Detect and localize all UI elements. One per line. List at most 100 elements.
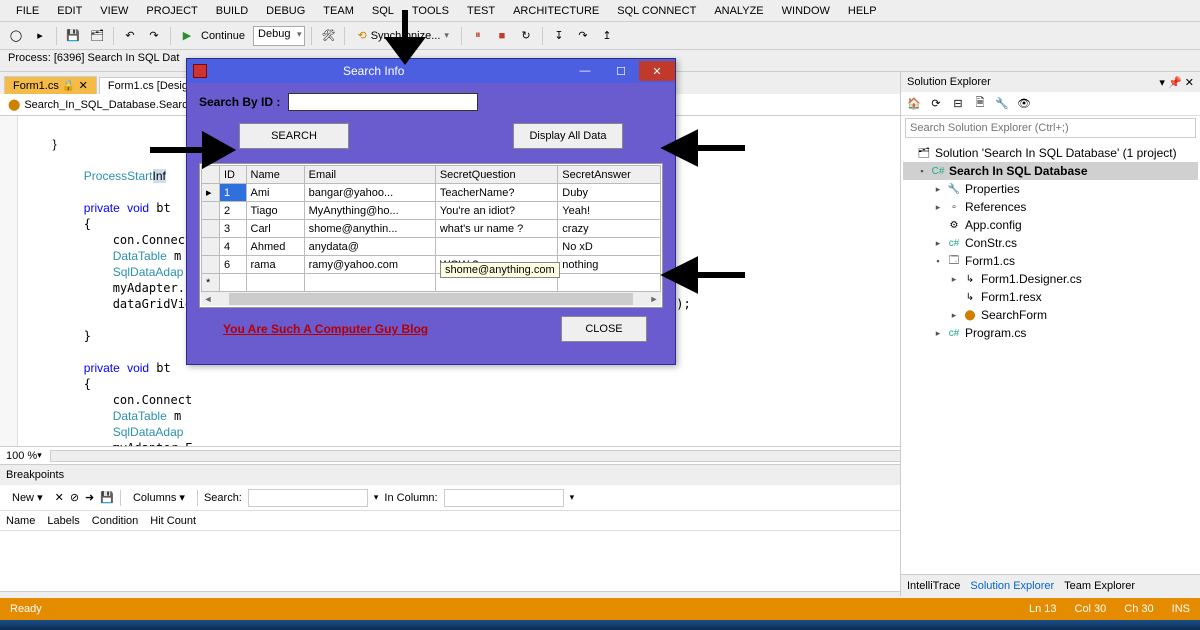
col-name[interactable]: Name xyxy=(246,166,304,184)
columns-button[interactable]: Columns ▾ xyxy=(127,489,191,506)
saveall-icon[interactable]: 🗂 xyxy=(87,26,107,46)
lock-icon: 🔒 xyxy=(62,80,76,92)
tab-form1-design[interactable]: Form1.cs [Desig xyxy=(99,77,197,94)
close-button[interactable]: CLOSE xyxy=(561,316,647,342)
tree-form1[interactable]: ▪🗔Form1.cs xyxy=(903,252,1198,270)
maximize-icon[interactable]: ☐ xyxy=(603,61,639,81)
menu-edit[interactable]: EDIT xyxy=(49,3,90,19)
main-toolbar: ◯ ▸ 💾 🗂 ↶ ↷ ▶ Continue Debug 🛠 ⟲Synchron… xyxy=(0,22,1200,50)
col-email[interactable]: Email xyxy=(304,166,435,184)
pin-icon[interactable]: 📌 xyxy=(1168,77,1182,89)
table-row[interactable]: 6ramaramy@yahoo.comWOW ?nothing xyxy=(202,256,661,274)
blog-link[interactable]: You Are Such A Computer Guy Blog xyxy=(223,322,428,336)
tree-form1-designer[interactable]: ▸↳Form1.Designer.cs xyxy=(903,270,1198,288)
tree-form1-resx[interactable]: ↳Form1.resx xyxy=(903,288,1198,306)
windows-taskbar[interactable] xyxy=(0,620,1200,630)
close-icon[interactable]: ✕ xyxy=(639,61,675,81)
menu-analyze[interactable]: ANALYZE xyxy=(706,3,771,19)
status-col: Col 30 xyxy=(1075,603,1107,615)
save-icon[interactable]: 💾 xyxy=(63,26,83,46)
annotation-arrow-top xyxy=(380,10,430,80)
show-all-icon[interactable]: 🗎 xyxy=(971,95,989,113)
disable-icon[interactable]: ⊘ xyxy=(70,491,79,504)
tree-properties[interactable]: ▸🔧Properties xyxy=(903,180,1198,198)
refresh-icon[interactable]: ⟳ xyxy=(927,95,945,113)
tool-icon[interactable]: 🛠 xyxy=(318,26,338,46)
status-ready: Ready xyxy=(10,603,42,615)
menu-view[interactable]: VIEW xyxy=(92,3,136,19)
tab-intellitrace[interactable]: IntelliTrace xyxy=(907,580,960,592)
table-row[interactable]: 3Carlshome@anythin...what's ur name ?cra… xyxy=(202,220,661,238)
menu-build[interactable]: BUILD xyxy=(208,3,256,19)
delete-icon[interactable]: ✕ xyxy=(55,491,64,504)
display-all-button[interactable]: Display All Data xyxy=(513,123,623,149)
redo-icon[interactable]: ↷ xyxy=(144,26,164,46)
tree-program[interactable]: ▸c#Program.cs xyxy=(903,324,1198,342)
new-breakpoint-button[interactable]: New ▾ xyxy=(6,489,49,506)
solution-node[interactable]: 🗂Solution 'Search In SQL Database' (1 pr… xyxy=(903,144,1198,162)
menu-help[interactable]: HELP xyxy=(840,3,885,19)
col-secretq[interactable]: SecretQuestion xyxy=(435,166,557,184)
menu-file[interactable]: FILE xyxy=(8,3,47,19)
annotation-arrow-right-mid xyxy=(655,255,745,295)
code-gutter xyxy=(0,116,18,446)
annotation-arrow-left xyxy=(150,130,250,170)
table-row[interactable]: ▸1Amibangar@yahoo...TeacherName?Duby xyxy=(202,184,661,202)
breakpoints-title: Breakpoints xyxy=(6,469,64,481)
results-grid[interactable]: ID Name Email SecretQuestion SecretAnswe… xyxy=(201,165,661,292)
minimize-icon[interactable]: ― xyxy=(567,61,603,81)
table-row[interactable]: * xyxy=(202,274,661,292)
collapse-icon[interactable]: ⊟ xyxy=(949,95,967,113)
search-id-input[interactable] xyxy=(288,93,478,111)
solution-search-input[interactable] xyxy=(905,118,1196,138)
continue-icon[interactable]: ▶ xyxy=(177,26,197,46)
close-icon[interactable]: ✕ xyxy=(79,80,88,92)
project-node[interactable]: ▪C#Search In SQL Database xyxy=(903,162,1198,180)
goto-icon[interactable]: ➜ xyxy=(85,491,94,504)
tree-appconfig[interactable]: ⚙App.config xyxy=(903,216,1198,234)
tab-solution-explorer[interactable]: Solution Explorer xyxy=(970,580,1054,592)
zoom-level[interactable]: 100 % xyxy=(6,450,37,462)
search-button[interactable]: SEARCH xyxy=(239,123,349,149)
table-row[interactable]: 4Ahmedanydata@No xD xyxy=(202,238,661,256)
preview-icon[interactable]: 👁 xyxy=(1015,95,1033,113)
properties-icon[interactable]: 🔧 xyxy=(993,95,1011,113)
status-bar: Ready Ln 13 Col 30 Ch 30 INS xyxy=(0,598,1200,620)
stop-icon[interactable]: ■ xyxy=(492,26,512,46)
back-icon[interactable]: ◯ xyxy=(6,26,26,46)
close-icon[interactable]: ✕ xyxy=(1185,77,1194,89)
status-line: Ln 13 xyxy=(1029,603,1057,615)
tree-references[interactable]: ▸▫References xyxy=(903,198,1198,216)
menu-window[interactable]: WINDOW xyxy=(774,3,838,19)
status-ch: Ch 30 xyxy=(1124,603,1153,615)
tab-team-explorer[interactable]: Team Explorer xyxy=(1064,580,1135,592)
grid-horizontal-scrollbar[interactable] xyxy=(201,292,661,306)
search-by-id-label: Search By ID : xyxy=(199,95,280,109)
menu-project[interactable]: PROJECT xyxy=(138,3,205,19)
tab-form1-cs[interactable]: Form1.cs 🔒 ✕ xyxy=(4,76,97,94)
menu-architecture[interactable]: ARCHITECTURE xyxy=(505,3,607,19)
table-row[interactable]: 2TiagoMyAnything@ho...You're an idiot?Ye… xyxy=(202,202,661,220)
tree-constr[interactable]: ▸c#ConStr.cs xyxy=(903,234,1198,252)
undo-icon[interactable]: ↶ xyxy=(120,26,140,46)
menu-debug[interactable]: DEBUG xyxy=(258,3,313,19)
tree-searchform[interactable]: ▸⬤SearchForm xyxy=(903,306,1198,324)
solution-explorer: Solution Explorer ▾ 📌 ✕ 🏠 ⟳ ⊟ 🗎 🔧 👁 🗂Sol… xyxy=(900,72,1200,596)
dropdown-icon[interactable]: ▾ xyxy=(1159,77,1165,89)
step-into-icon[interactable]: ↧ xyxy=(549,26,569,46)
step-out-icon[interactable]: ↥ xyxy=(597,26,617,46)
restart-icon[interactable]: ↻ xyxy=(516,26,536,46)
menu-team[interactable]: TEAM xyxy=(315,3,362,19)
breakpoint-search-input[interactable] xyxy=(248,489,368,507)
export-icon[interactable]: 💾 xyxy=(100,491,114,504)
home-icon[interactable]: 🏠 xyxy=(905,95,923,113)
config-combo[interactable]: Debug xyxy=(253,26,305,46)
step-over-icon[interactable]: ↷ xyxy=(573,26,593,46)
pause-icon[interactable]: ⏸ xyxy=(468,26,488,46)
forward-icon[interactable]: ▸ xyxy=(30,26,50,46)
breakpoint-incolumn-input[interactable] xyxy=(444,489,564,507)
dialog-titlebar[interactable]: Search Info ― ☐ ✕ xyxy=(187,59,675,83)
col-secreta[interactable]: SecretAnswer xyxy=(558,166,661,184)
menu-sqlconnect[interactable]: SQL CONNECT xyxy=(609,3,704,19)
menu-test[interactable]: TEST xyxy=(459,3,503,19)
